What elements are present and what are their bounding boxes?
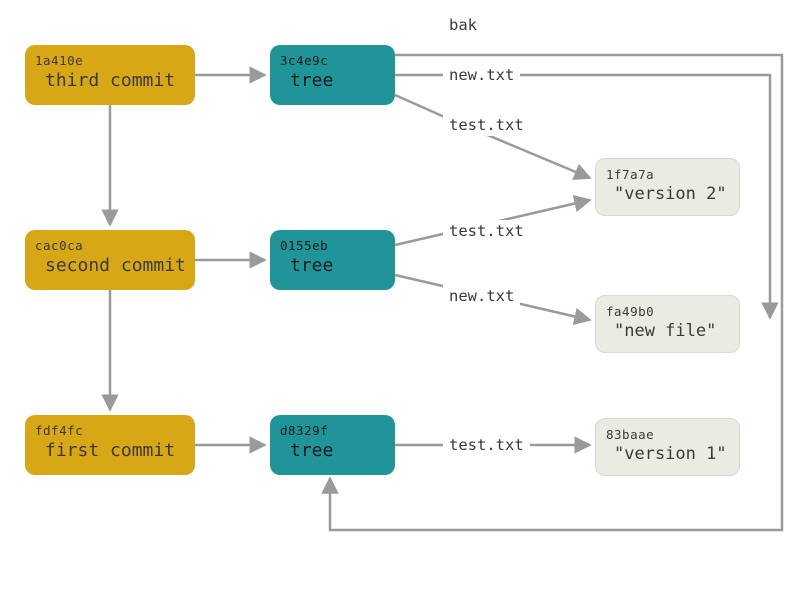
commit-label: third commit	[25, 68, 195, 91]
commit-hash: fdf4fc	[25, 415, 195, 438]
commit-node-first: fdf4fc first commit	[25, 415, 195, 475]
tree-label: tree	[270, 68, 395, 91]
blob-hash: fa49b0	[596, 296, 739, 319]
tree-hash: 3c4e9c	[270, 45, 395, 68]
tree-hash: d8329f	[270, 415, 395, 438]
blob-hash: 83baae	[596, 419, 739, 442]
tree-label: tree	[270, 438, 395, 461]
tree-node-3c4e9c: 3c4e9c tree	[270, 45, 395, 105]
commit-hash: cac0ca	[25, 230, 195, 253]
edge-label-newtxt: new.txt	[443, 64, 520, 86]
blob-node-fa49b0: fa49b0 "new file"	[595, 295, 740, 353]
commit-node-second: cac0ca second commit	[25, 230, 195, 290]
commit-label: first commit	[25, 438, 195, 461]
blob-hash: 1f7a7a	[596, 159, 739, 182]
blob-node-83baae: 83baae "version 1"	[595, 418, 740, 476]
blob-label: "version 1"	[596, 442, 739, 464]
blob-label: "new file"	[596, 319, 739, 341]
blob-node-1f7a7a: 1f7a7a "version 2"	[595, 158, 740, 216]
edge-label-newtxt: new.txt	[443, 285, 520, 307]
edge-label-testtxt: test.txt	[443, 434, 530, 456]
blob-label: "version 2"	[596, 182, 739, 204]
commit-label: second commit	[25, 253, 195, 276]
edge-label-bak: bak	[443, 14, 483, 36]
commit-node-third: 1a410e third commit	[25, 45, 195, 105]
tree-hash: 0155eb	[270, 230, 395, 253]
edge-label-testtxt: test.txt	[443, 114, 530, 136]
commit-hash: 1a410e	[25, 45, 195, 68]
arrow-tree-3-testtxt	[395, 95, 590, 178]
edge-label-testtxt: test.txt	[443, 220, 530, 242]
tree-node-d8329f: d8329f tree	[270, 415, 395, 475]
tree-node-0155eb: 0155eb tree	[270, 230, 395, 290]
tree-label: tree	[270, 253, 395, 276]
